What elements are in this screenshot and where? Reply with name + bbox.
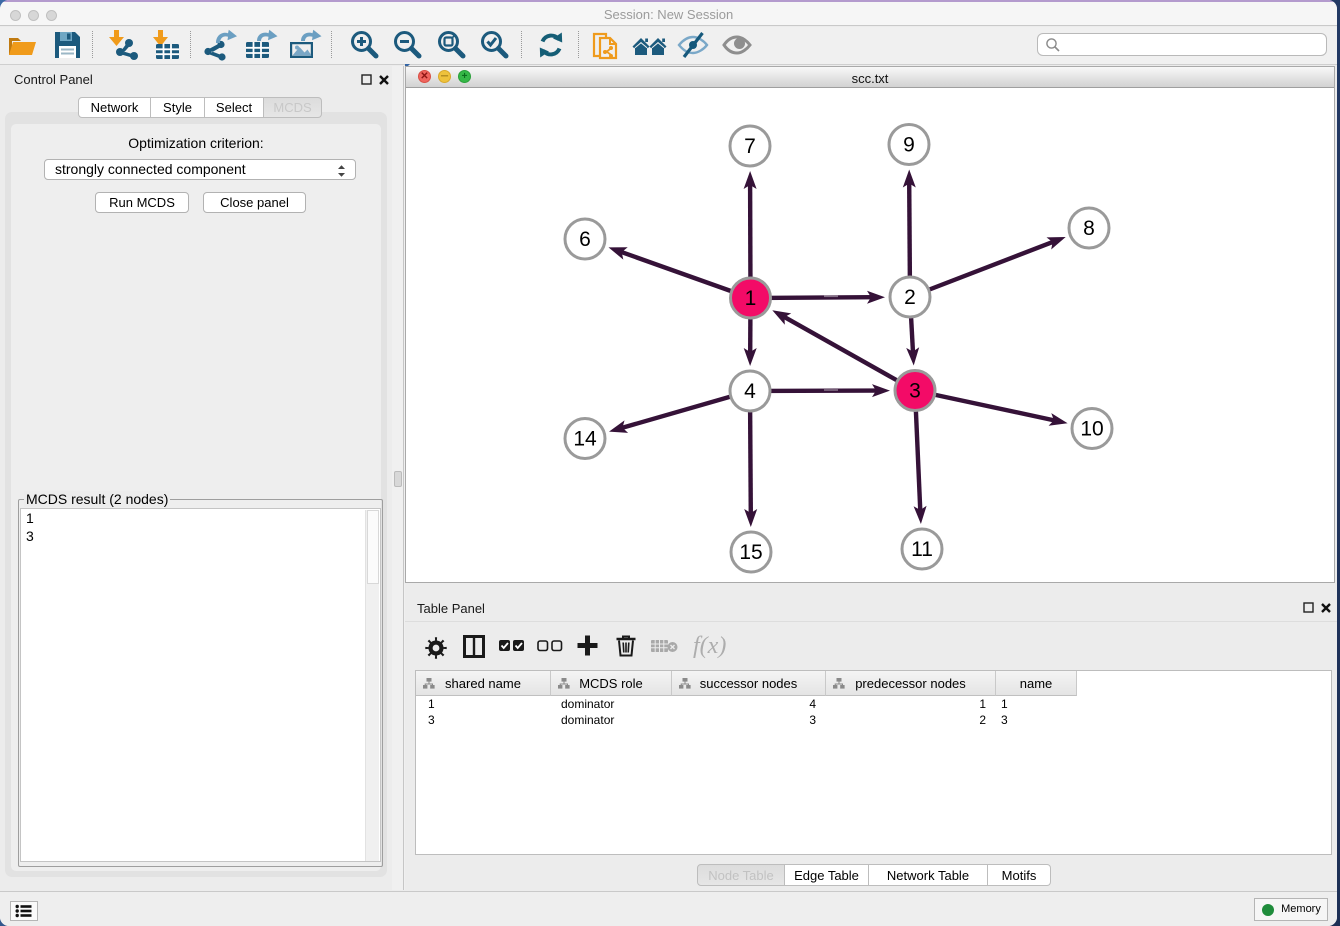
svg-text:4: 4	[744, 380, 756, 403]
svg-text:15: 15	[739, 541, 762, 564]
svg-text:14: 14	[573, 428, 597, 451]
svg-text:7: 7	[744, 135, 756, 158]
svg-text:2: 2	[904, 286, 916, 309]
svg-text:f(x): f(x)	[693, 633, 726, 659]
svg-text:3: 3	[909, 380, 921, 403]
svg-text:11: 11	[911, 538, 933, 561]
svg-text:9: 9	[903, 134, 915, 157]
svg-text:1: 1	[745, 287, 757, 310]
svg-text:6: 6	[579, 228, 591, 251]
svg-text:10: 10	[1080, 418, 1103, 441]
svg-text:8: 8	[1083, 217, 1095, 240]
